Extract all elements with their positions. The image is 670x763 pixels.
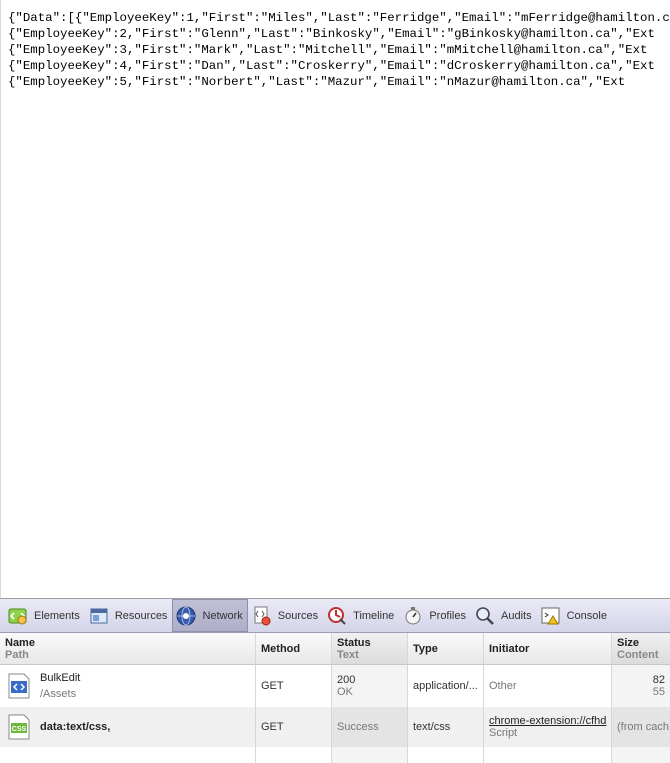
tab-resources[interactable]: Resources [85, 599, 173, 632]
tab-label: Console [566, 609, 607, 622]
console-icon [541, 606, 561, 626]
tab-elements[interactable]: Elements [4, 599, 85, 632]
network-globe-icon [176, 606, 196, 626]
devtools-toolbar: Elements Resources Network Sources Timel… [0, 599, 670, 633]
request-status: Success [337, 721, 379, 733]
row-initiator-cell[interactable]: chrome-extension://cfhd Script [484, 707, 612, 747]
devtools-panel: Elements Resources Network Sources Timel… [0, 598, 670, 763]
request-status: 200 [337, 674, 356, 686]
header-initiator-label: Initiator [489, 642, 530, 655]
tab-label: Profiles [429, 609, 466, 622]
tab-sources[interactable]: Sources [248, 599, 323, 632]
empty-cell [484, 747, 612, 763]
tab-label: Audits [501, 609, 532, 622]
header-name-label: Name [5, 636, 35, 649]
tab-timeline[interactable]: Timeline [323, 599, 399, 632]
empty-cell [0, 747, 256, 763]
request-method: GET [261, 680, 284, 692]
header-content-label: Content [617, 648, 659, 661]
row-type-cell: text/css [408, 707, 484, 747]
request-name: data:text/css, [40, 721, 111, 733]
tab-label: Sources [277, 609, 319, 622]
table-row[interactable]: BulkEdit /Assets GET 200 OK application/… [0, 665, 670, 707]
row-size-cell: 82 55 [612, 665, 670, 707]
request-path: /Assets [40, 688, 77, 700]
sources-icon [252, 606, 272, 626]
css-icon-text: CSS [12, 726, 27, 733]
empty-cell [612, 747, 670, 763]
request-size: (from cach [617, 721, 669, 733]
header-name[interactable]: Name Path [0, 633, 256, 664]
request-type: text/css [413, 721, 451, 733]
json-response-view: {"Data":[{"EmployeeKey":1,"First":"Miles… [0, 0, 670, 598]
table-row-empty [0, 747, 670, 763]
request-name: BulkEdit [40, 672, 81, 684]
header-status-text-label: Text [337, 648, 359, 661]
row-name-cell[interactable]: BulkEdit /Assets [0, 665, 256, 707]
css-file-icon: CSS [8, 714, 30, 740]
json-line: {"EmployeeKey":2,"First":"Glenn","Last":… [8, 27, 655, 41]
profiles-icon [403, 606, 423, 626]
row-name-cell[interactable]: CSS data:text/css, [0, 707, 256, 747]
json-line: {"Data":[{"EmployeeKey":1,"First":"Miles… [8, 11, 670, 25]
header-initiator[interactable]: Initiator [484, 633, 612, 664]
row-status-cell: 200 OK [332, 665, 408, 707]
request-status-text: OK [337, 686, 353, 698]
json-line: {"EmployeeKey":4,"First":"Dan","Last":"C… [8, 59, 655, 73]
grid-header-row: Name Path Method Status Text Type Initia… [0, 633, 670, 665]
request-method: GET [261, 721, 284, 733]
tab-audits[interactable]: Audits [471, 599, 537, 632]
row-method-cell: GET [256, 665, 332, 707]
tab-label: Resources [114, 609, 168, 622]
header-type[interactable]: Type [408, 633, 484, 664]
empty-cell [332, 747, 408, 763]
header-path-label: Path [5, 648, 29, 661]
row-initiator-cell: Other [484, 665, 612, 707]
request-size: 82 [652, 674, 665, 686]
tab-label: Network [202, 609, 243, 622]
json-line: {"EmployeeKey":3,"First":"Mark","Last":"… [8, 43, 648, 57]
json-text: {"Data":[{"EmployeeKey":1,"First":"Miles… [1, 0, 670, 90]
header-size-label: Size [617, 636, 640, 649]
header-size[interactable]: Size Content [612, 633, 670, 664]
resources-icon [89, 606, 109, 626]
empty-cell [256, 747, 332, 763]
document-icon [8, 673, 30, 699]
request-type: application/... [413, 680, 478, 692]
timeline-icon [327, 606, 347, 626]
audits-icon [475, 606, 495, 626]
tab-label: Elements [34, 609, 80, 622]
header-method-label: Method [261, 642, 301, 655]
row-method-cell: GET [256, 707, 332, 747]
header-type-label: Type [413, 642, 438, 655]
row-size-cell: (from cach [612, 707, 670, 747]
network-grid: Name Path Method Status Text Type Initia… [0, 633, 670, 763]
tab-label: Timeline [353, 609, 395, 622]
initiator-link[interactable]: chrome-extension://cfhd [489, 715, 606, 727]
tab-profiles[interactable]: Profiles [399, 599, 471, 632]
tab-network[interactable]: Network [172, 599, 248, 632]
tab-console[interactable]: Console [537, 599, 612, 632]
header-status[interactable]: Status Text [332, 633, 408, 664]
request-initiator-sub: Script [489, 727, 518, 739]
table-row[interactable]: CSS data:text/css, GET Success text/css … [0, 707, 670, 747]
row-status-cell: Success [332, 707, 408, 747]
json-line: {"EmployeeKey":5,"First":"Norbert","Last… [8, 75, 626, 89]
request-initiator: Other [489, 680, 517, 692]
row-type-cell: application/... [408, 665, 484, 707]
header-status-label: Status [337, 636, 371, 649]
header-method[interactable]: Method [256, 633, 332, 664]
empty-cell [408, 747, 484, 763]
elements-icon [8, 606, 28, 626]
request-content-size: 55 [652, 686, 665, 698]
